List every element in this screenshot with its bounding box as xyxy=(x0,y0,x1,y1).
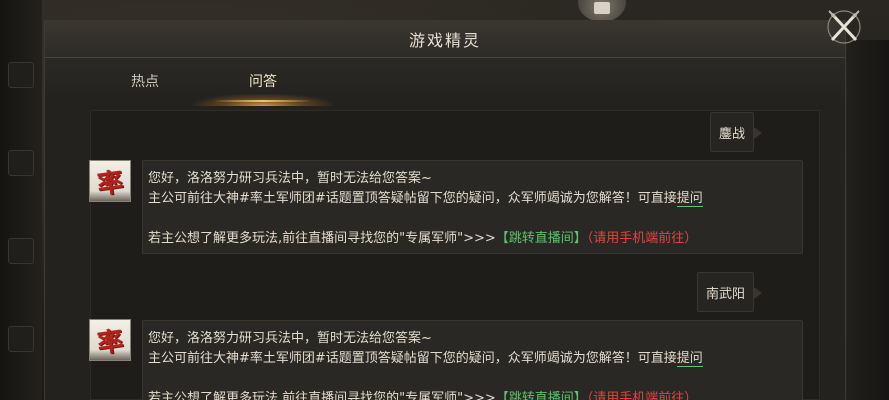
user-message-text: 南武阳 xyxy=(706,286,746,302)
user-message-bubble: 鏖战 xyxy=(710,112,763,152)
background-menu-icon xyxy=(8,326,34,352)
active-tab-indicator xyxy=(213,100,313,102)
mobile-only-note[interactable]: （请用手机端前往） xyxy=(587,231,698,246)
reply-line-2-text: 主公可前往大神#率土军师团#话题置顶答疑帖留下您的疑问，众军师竭诚为您解答！可直… xyxy=(148,191,677,206)
bot-reply-bubble: 您好，洛洛努力研习兵法中，暂时无法给您答案~ 主公可前往大神#率土军师团#话题置… xyxy=(142,320,803,400)
avatar-logo: 率 xyxy=(95,325,126,360)
user-message-text: 鏖战 xyxy=(719,126,746,142)
tab-hot-label: 热点 xyxy=(131,74,159,90)
jump-live-room-link[interactable]: 【跳转直播间】 xyxy=(496,231,587,246)
close-icon xyxy=(827,10,861,44)
reply-spacer xyxy=(148,209,796,229)
background-menu-icon xyxy=(8,238,34,264)
jump-live-room-link[interactable]: 【跳转直播间】 xyxy=(496,391,587,400)
background-menu-icon xyxy=(8,62,34,88)
reply-line-2: 主公可前往大神#率土军师团#话题置顶答疑帖留下您的疑问，众军师竭诚为您解答！可直… xyxy=(148,189,796,209)
reply-line-3-text: 若主公想了解更多玩法,前往直播间寻找您的"专属军师">>> xyxy=(148,391,496,400)
bot-reply-bubble: 您好，洛洛努力研习兵法中，暂时无法给您答案~ 主公可前往大神#率土军师团#话题置… xyxy=(142,160,803,254)
background-menu-icon xyxy=(8,150,34,176)
panel-title: 游戏精灵 xyxy=(408,30,481,50)
mobile-only-note[interactable]: （请用手机端前往） xyxy=(587,391,698,400)
reply-line-1: 您好，洛洛努力研习兵法中，暂时无法给您答案~ xyxy=(148,331,432,346)
panel-title-bar: 游戏精灵 xyxy=(45,20,845,58)
tab-hot[interactable]: 热点 xyxy=(85,58,205,104)
tab-bar: 热点 问答 xyxy=(45,58,845,108)
reply-line-2-text: 主公可前往大神#率土军师团#话题置顶答疑帖留下您的疑问，众军师竭诚为您解答！可直… xyxy=(148,351,677,366)
background-sidebar xyxy=(0,0,42,400)
reply-line-3-text: 若主公想了解更多玩法,前往直播间寻找您的"专属军师">>> xyxy=(148,231,496,246)
reply-spacer xyxy=(148,369,796,389)
reply-line-3: 若主公想了解更多玩法,前往直播间寻找您的"专属军师">>>【跳转直播间】（请用手… xyxy=(148,229,796,249)
bot-avatar: 率 xyxy=(89,319,131,361)
close-button[interactable] xyxy=(825,8,863,46)
ask-question-link[interactable]: 提问 xyxy=(676,191,703,207)
avatar-logo: 率 xyxy=(95,166,126,201)
tab-qa[interactable]: 问答 xyxy=(193,58,333,106)
ask-question-link[interactable]: 提问 xyxy=(676,351,703,367)
reply-line-3: 若主公想了解更多玩法,前往直播间寻找您的"专属军师">>>【跳转直播间】（请用手… xyxy=(148,389,796,400)
tab-qa-label: 问答 xyxy=(249,74,277,90)
bot-avatar: 率 xyxy=(89,160,131,202)
user-message-bubble: 南武阳 xyxy=(697,272,763,312)
reply-line-1: 您好，洛洛努力研习兵法中，暂时无法给您答案~ xyxy=(148,171,432,186)
reply-line-2: 主公可前往大神#率土军师团#话题置顶答疑帖留下您的疑问，众军师竭诚为您解答！可直… xyxy=(148,349,796,369)
background-right-panel xyxy=(847,40,889,400)
